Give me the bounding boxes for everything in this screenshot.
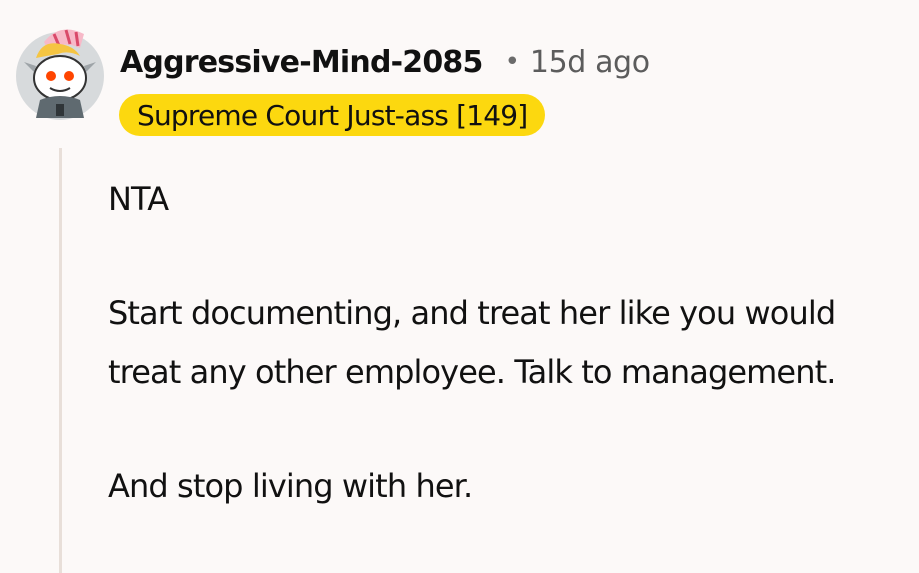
comment-paragraph: NTA [108,180,169,218]
user-avatar[interactable] [14,22,106,122]
comment: Aggressive-Mind-2085 • 15d ago Supreme C… [0,0,919,573]
author-username[interactable]: Aggressive-Mind-2085 [120,45,483,80]
meta-separator: • [504,47,520,77]
thread-line[interactable] [59,148,62,573]
comment-paragraph: Start documenting, and treat her like yo… [108,294,836,391]
avatar-snoo-icon [16,29,104,120]
comment-paragraph: And stop living with her. [108,467,473,505]
comment-header: Aggressive-Mind-2085 • 15d ago [120,42,650,82]
comment-timestamp[interactable]: 15d ago [530,45,650,80]
user-flair: Supreme Court Just-ass [149] [119,94,546,136]
comment-body: NTA Start documenting, and treat her lik… [108,170,898,516]
